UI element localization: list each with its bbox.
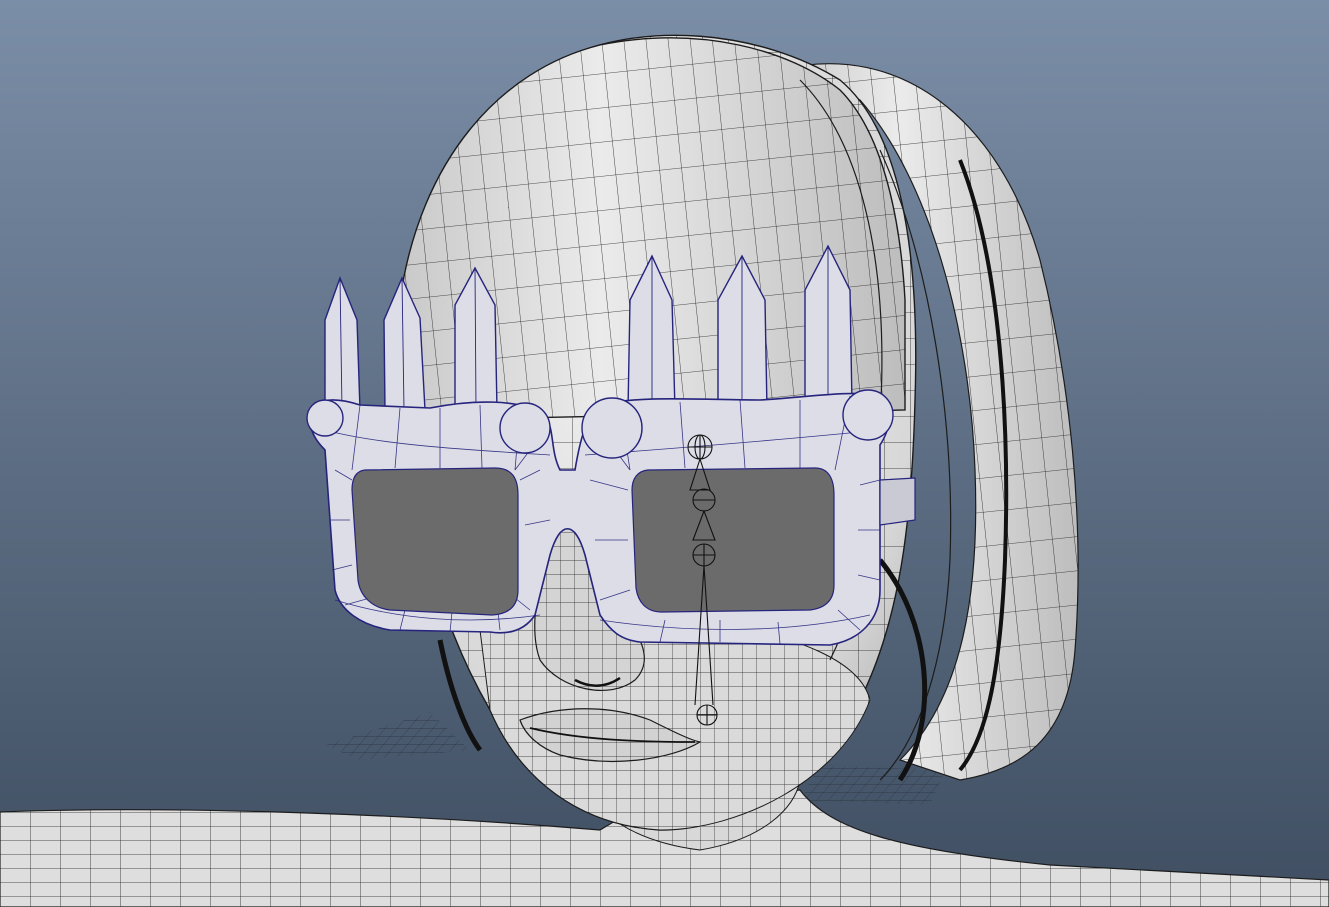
lens-left[interactable] [351,467,519,616]
viewport-canvas[interactable] [0,0,1329,907]
3d-viewport[interactable] [0,0,1329,907]
lens-right[interactable] [631,467,835,613]
